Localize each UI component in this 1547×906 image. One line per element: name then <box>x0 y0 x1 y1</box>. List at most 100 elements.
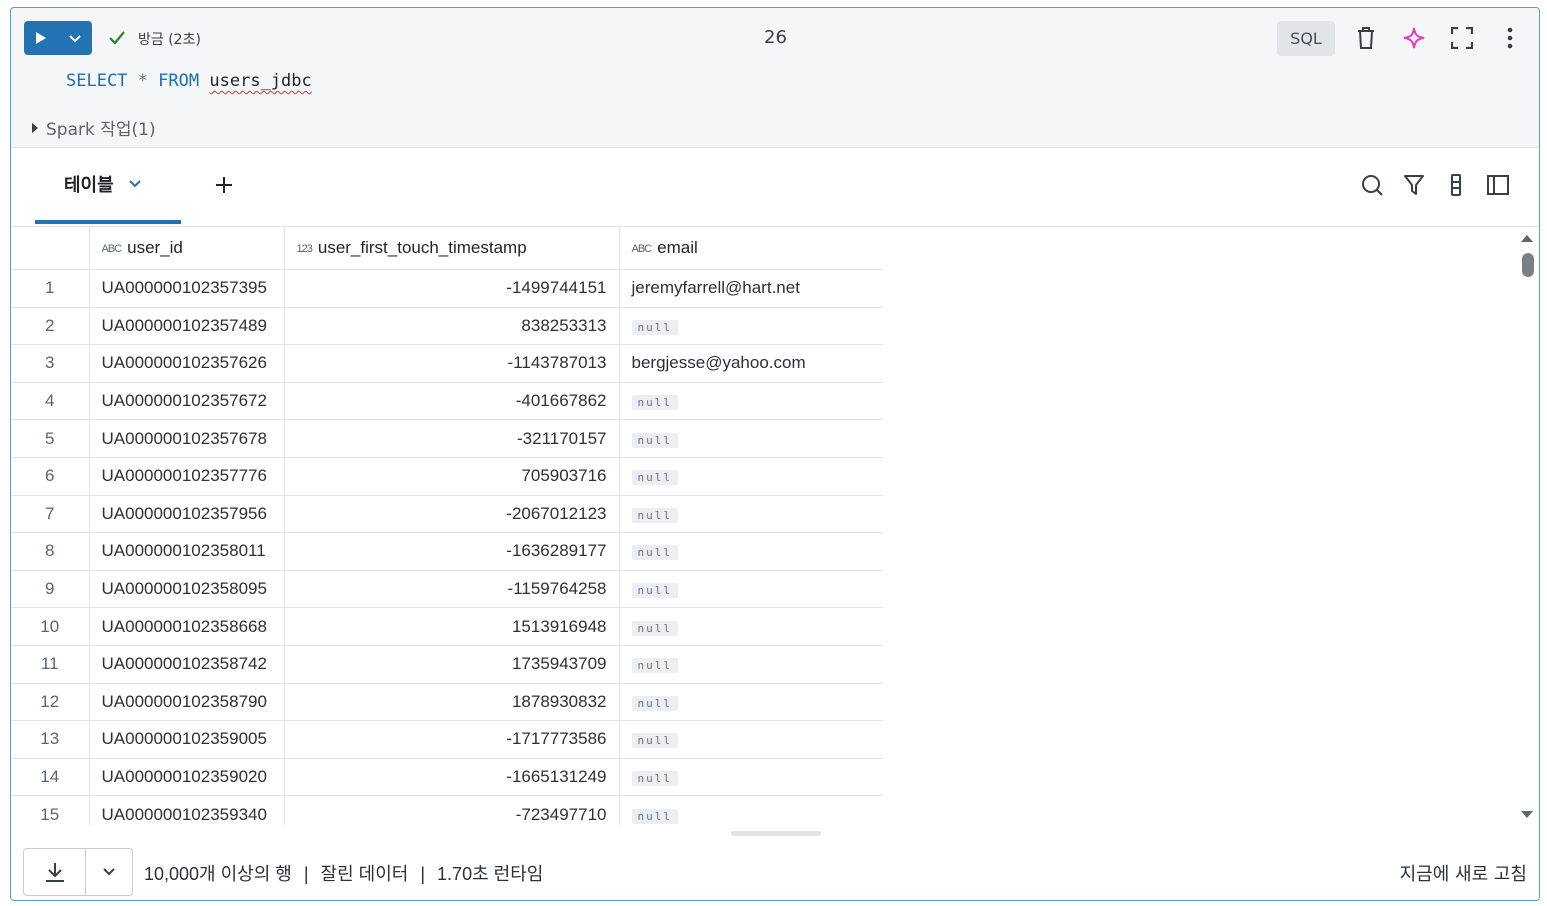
tab-table[interactable]: 테이블 <box>35 148 181 224</box>
cell-timestamp[interactable]: -1159764258 <box>284 570 620 609</box>
assistant-sparkle-icon[interactable] <box>1401 25 1427 51</box>
chevron-down-icon <box>103 868 115 876</box>
cell-user-id[interactable]: UA000000102357776 <box>89 457 285 496</box>
cell-timestamp[interactable]: -1143787013 <box>284 344 620 383</box>
add-visualization-button[interactable] <box>211 172 237 198</box>
cell-timestamp[interactable]: -321170157 <box>284 419 620 458</box>
table-row[interactable]: 11 UA000000102358742 1735943709 null <box>11 645 883 684</box>
column-header[interactable]: ABC user_id <box>89 227 285 270</box>
cell-email[interactable]: null <box>619 532 883 571</box>
cell-email[interactable]: null <box>619 720 883 759</box>
cell-user-id[interactable]: UA000000102357395 <box>89 269 285 308</box>
cell-user-id[interactable]: UA000000102359005 <box>89 720 285 759</box>
filter-icon[interactable] <box>1401 172 1427 198</box>
cell-email[interactable]: null <box>619 570 883 609</box>
table-row[interactable]: 8 UA000000102358011 -1636289177 null <box>11 532 883 571</box>
cell-email[interactable]: null <box>619 419 883 458</box>
cell-user-id[interactable]: UA000000102357672 <box>89 382 285 421</box>
table-row[interactable]: 4 UA000000102357672 -401667862 null <box>11 382 883 421</box>
download-options-button[interactable] <box>86 849 132 895</box>
table-row[interactable]: 6 UA000000102357776 705903716 null <box>11 457 883 496</box>
table-row[interactable]: 13 UA000000102359005 -1717773586 null <box>11 720 883 759</box>
string-type-icon: ABC <box>631 242 653 255</box>
code-editor[interactable]: 방금 (2초) 26 SQL SELECT * FROM users_jdbc … <box>11 8 1539 148</box>
cell-timestamp[interactable]: -1499744151 <box>284 269 620 308</box>
cell-user-id[interactable]: UA000000102358011 <box>89 532 285 571</box>
run-options-button[interactable] <box>58 21 92 55</box>
cell-timestamp[interactable]: 1878930832 <box>284 683 620 722</box>
language-badge[interactable]: SQL <box>1277 21 1335 56</box>
cell-timestamp[interactable]: 838253313 <box>284 307 620 346</box>
cell-timestamp[interactable]: 705903716 <box>284 457 620 496</box>
table-row[interactable]: 7 UA000000102357956 -2067012123 null <box>11 495 883 534</box>
cell-email[interactable]: null <box>619 495 883 534</box>
spark-jobs-toggle[interactable]: Spark 작업(1) <box>31 115 156 140</box>
null-badge: null <box>631 432 678 448</box>
table-row[interactable]: 14 UA000000102359020 -1665131249 null <box>11 758 883 797</box>
cell-email[interactable]: null <box>619 795 883 825</box>
search-icon[interactable] <box>1359 172 1385 198</box>
cell-user-id[interactable]: UA000000102358742 <box>89 645 285 684</box>
table-row[interactable]: 10 UA000000102358668 1513916948 null <box>11 607 883 646</box>
cell-user-id[interactable]: UA000000102357626 <box>89 344 285 383</box>
column-header[interactable]: ABC email <box>619 227 883 270</box>
table-row[interactable]: 1 UA000000102357395 -1499744151 jeremyfarre… <box>11 269 883 308</box>
table-row[interactable]: 15 UA000000102359340 -723497710 null <box>11 795 883 825</box>
cell-user-id[interactable]: UA000000102357956 <box>89 495 285 534</box>
horizontal-scrollbar-thumb[interactable] <box>731 831 821 836</box>
cell-email[interactable]: null <box>619 307 883 346</box>
table-row[interactable]: 5 UA000000102357678 -321170157 null <box>11 419 883 458</box>
cell-timestamp[interactable]: -1665131249 <box>284 758 620 797</box>
cell-user-id[interactable]: UA000000102357489 <box>89 307 285 346</box>
cell-timestamp[interactable]: -723497710 <box>284 795 620 825</box>
null-badge: null <box>631 319 678 335</box>
cell-user-id[interactable]: UA000000102358095 <box>89 570 285 609</box>
cell-user-id[interactable]: UA000000102358668 <box>89 607 285 646</box>
columns-icon[interactable] <box>1443 172 1469 198</box>
results-table[interactable]: ABC user_id 123 user_first_touch_timestamp… <box>11 227 883 825</box>
download-button[interactable] <box>24 849 87 895</box>
cell-email[interactable]: null <box>619 758 883 797</box>
cell-user-id[interactable]: UA000000102359020 <box>89 758 285 797</box>
column-header-label: email <box>657 238 698 257</box>
play-icon <box>36 32 46 44</box>
cell-email[interactable]: null <box>619 645 883 684</box>
cell-email[interactable]: jeremyfarrell@hart.net <box>619 269 883 308</box>
scroll-up-arrow-icon[interactable] <box>1519 232 1535 244</box>
spark-jobs-label: Spark 작업(1) <box>46 120 156 140</box>
cell-timestamp[interactable]: 1735943709 <box>284 645 620 684</box>
scroll-down-arrow-icon[interactable] <box>1519 809 1535 821</box>
table-row[interactable]: 12 UA000000102358790 1878930832 null <box>11 683 883 722</box>
trash-icon[interactable] <box>1353 25 1379 51</box>
cell-timestamp[interactable]: -401667862 <box>284 382 620 421</box>
cell-email[interactable]: null <box>619 457 883 496</box>
results-footer: 10,000개 이상의 행 | 잘린 데이터 | 1.70초 런타임 지금에 새로 고침 <box>11 844 1539 900</box>
fullscreen-icon[interactable] <box>1449 25 1475 51</box>
cell-timestamp[interactable]: 1513916948 <box>284 607 620 646</box>
table-row[interactable]: 2 UA000000102357489 838253313 null <box>11 307 883 346</box>
cell-timestamp[interactable]: -1717773586 <box>284 720 620 759</box>
cell-user-id[interactable]: UA000000102359340 <box>89 795 285 825</box>
more-vertical-icon[interactable] <box>1497 25 1523 51</box>
runtime-text: 1.70초 런타임 <box>437 864 544 884</box>
cell-email[interactable]: null <box>619 382 883 421</box>
result-summary: 10,000개 이상의 행 | 잘린 데이터 | 1.70초 런타임 <box>144 860 543 886</box>
cell-timestamp[interactable]: -2067012123 <box>284 495 620 534</box>
cell-user-id[interactable]: UA000000102358790 <box>89 683 285 722</box>
vertical-scrollbar-thumb[interactable] <box>1522 253 1534 277</box>
cell-user-id[interactable]: UA000000102357678 <box>89 419 285 458</box>
chevron-down-icon[interactable] <box>128 179 142 189</box>
side-panel-icon[interactable] <box>1485 172 1511 198</box>
table-row[interactable]: 3 UA000000102357626 -1143787013 bergjesse@y… <box>11 344 883 383</box>
cell-email[interactable]: bergjesse@yahoo.com <box>619 344 883 383</box>
download-icon <box>45 863 64 882</box>
run-button[interactable] <box>24 21 58 55</box>
refresh-status-text[interactable]: 지금에 새로 고침 <box>1400 860 1527 886</box>
cell-timestamp[interactable]: -1636289177 <box>284 532 620 571</box>
cell-email[interactable]: null <box>619 683 883 722</box>
row-number: 10 <box>11 607 90 646</box>
column-header[interactable]: 123 user_first_touch_timestamp <box>284 227 620 270</box>
cell-email[interactable]: null <box>619 607 883 646</box>
table-row[interactable]: 9 UA000000102358095 -1159764258 null <box>11 570 883 609</box>
sql-code-line[interactable]: SELECT * FROM users_jdbc <box>66 71 312 91</box>
